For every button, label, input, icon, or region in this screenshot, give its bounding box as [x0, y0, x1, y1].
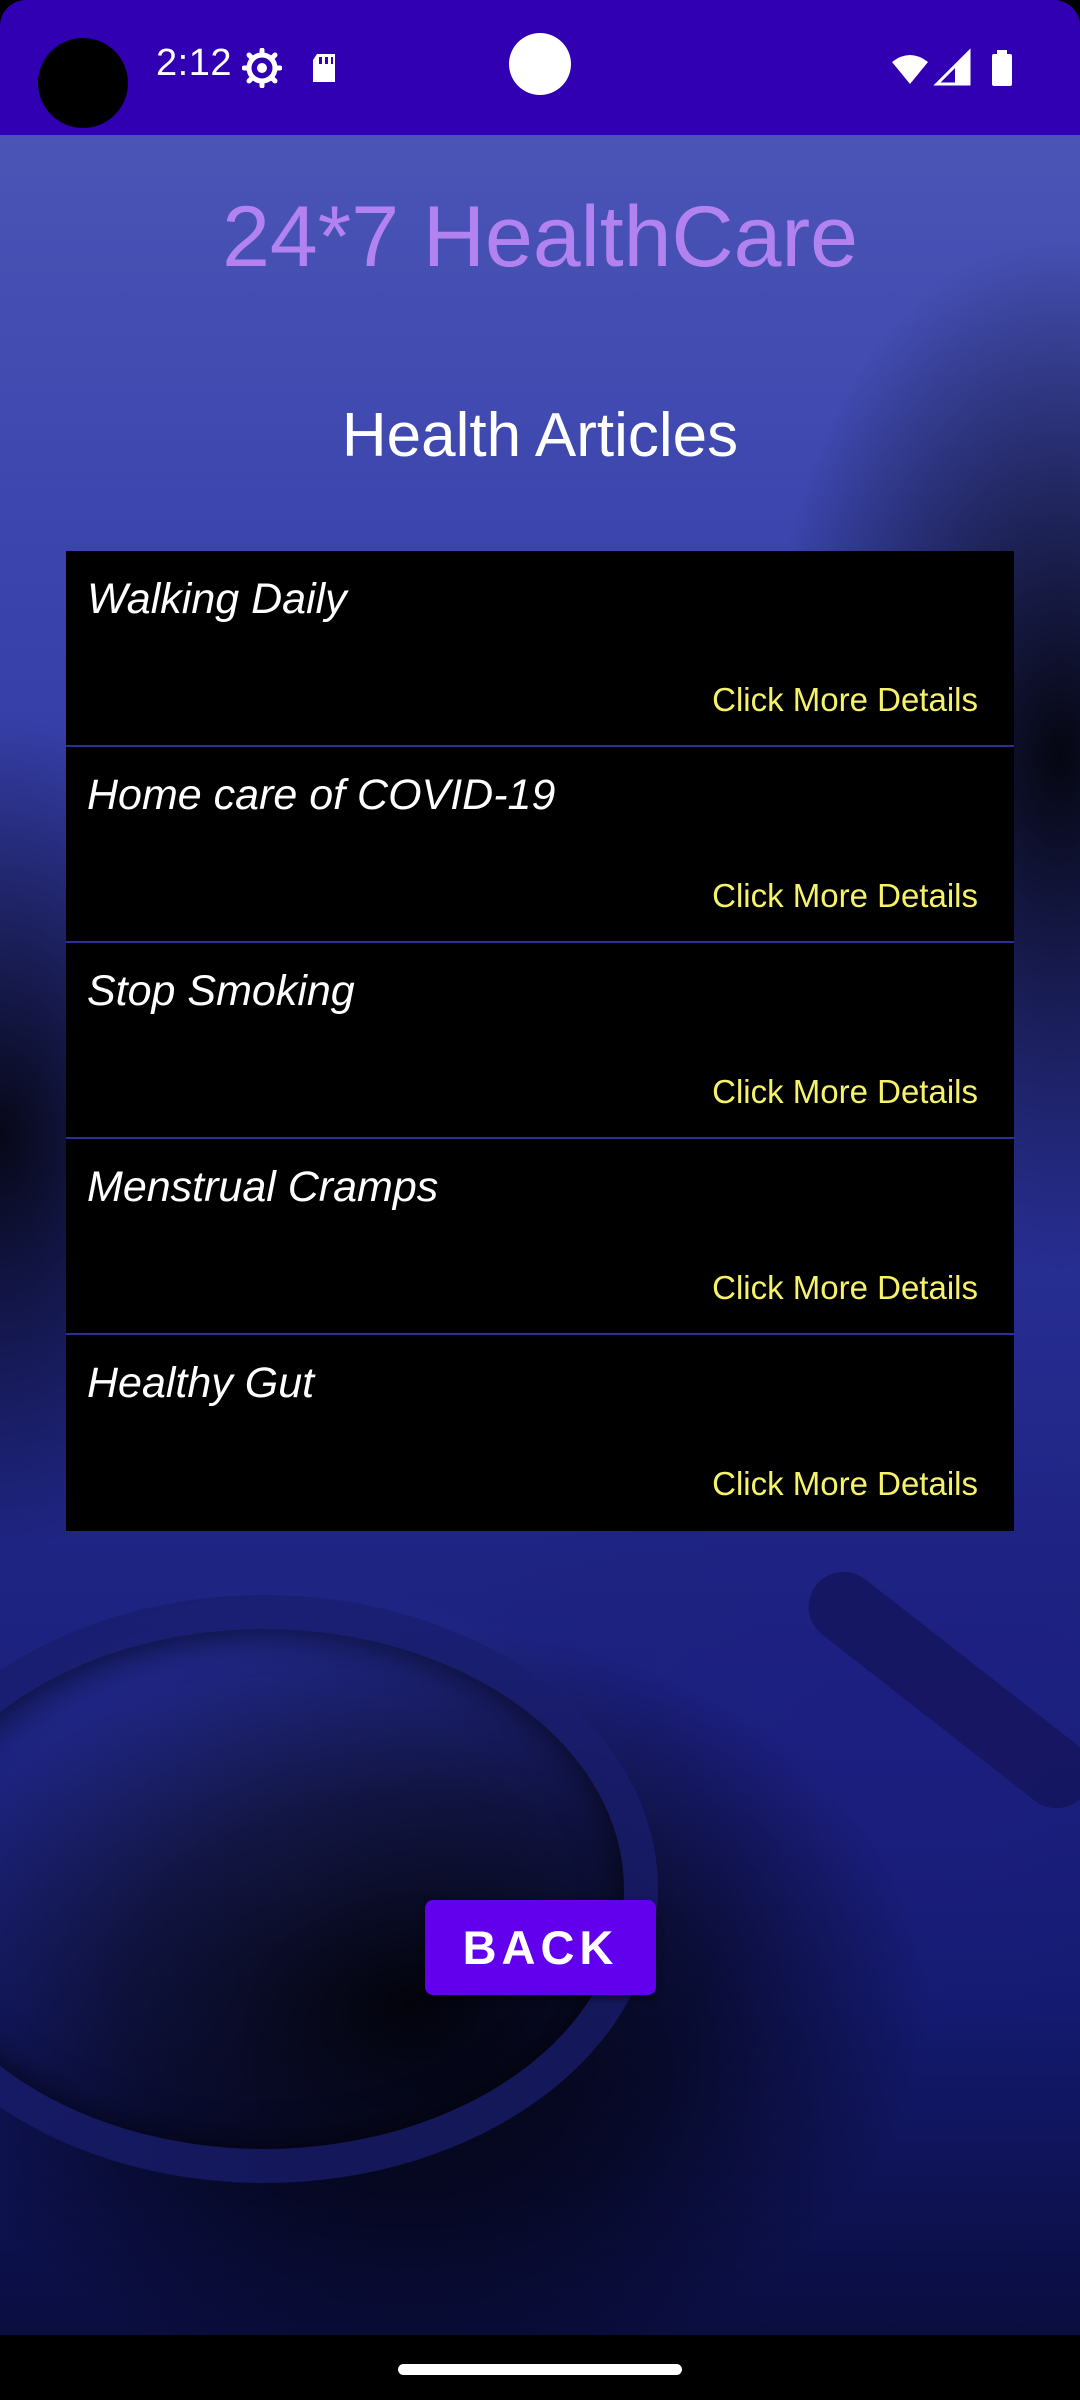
sd-card-icon [305, 48, 345, 88]
stethoscope-shape [0, 1595, 658, 2183]
more-details-link[interactable]: Click More Details [712, 681, 978, 719]
status-time: 2:12 [156, 42, 232, 84]
battery-icon [982, 48, 1022, 88]
article-title: Healthy Gut [87, 1359, 315, 1407]
article-item-healthy-gut[interactable]: Healthy Gut Click More Details [66, 1335, 1014, 1531]
article-item-walking-daily[interactable]: Walking Daily Click More Details [66, 551, 1014, 747]
signal-icon [933, 48, 973, 88]
wifi-icon [890, 48, 930, 88]
navigation-bar [0, 2335, 1080, 2400]
front-camera [509, 33, 571, 95]
gear-icon [241, 47, 283, 89]
screen: 2:12 24*7 HealthCare Health Articles Wal… [0, 0, 1080, 2400]
article-item-home-care-covid[interactable]: Home care of COVID-19 Click More Details [66, 747, 1014, 943]
article-title: Stop Smoking [87, 967, 355, 1015]
article-item-menstrual-cramps[interactable]: Menstrual Cramps Click More Details [66, 1139, 1014, 1335]
more-details-link[interactable]: Click More Details [712, 877, 978, 915]
back-button[interactable]: BACK [425, 1900, 656, 1995]
article-title: Walking Daily [87, 575, 347, 623]
article-item-stop-smoking[interactable]: Stop Smoking Click More Details [66, 943, 1014, 1139]
more-details-link[interactable]: Click More Details [712, 1269, 978, 1307]
article-list: Walking Daily Click More Details Home ca… [66, 551, 1014, 1531]
page-title: Health Articles [341, 401, 739, 470]
article-title: Home care of COVID-19 [87, 771, 556, 819]
camera-cutout [38, 38, 128, 128]
status-bar: 2:12 [0, 0, 1080, 135]
article-title: Menstrual Cramps [87, 1163, 439, 1211]
more-details-link[interactable]: Click More Details [712, 1073, 978, 1111]
stethoscope-tube-shape [794, 1557, 1080, 1823]
app-title: 24*7 HealthCare [222, 189, 858, 285]
more-details-link[interactable]: Click More Details [712, 1465, 978, 1503]
home-indicator[interactable] [398, 2364, 682, 2375]
